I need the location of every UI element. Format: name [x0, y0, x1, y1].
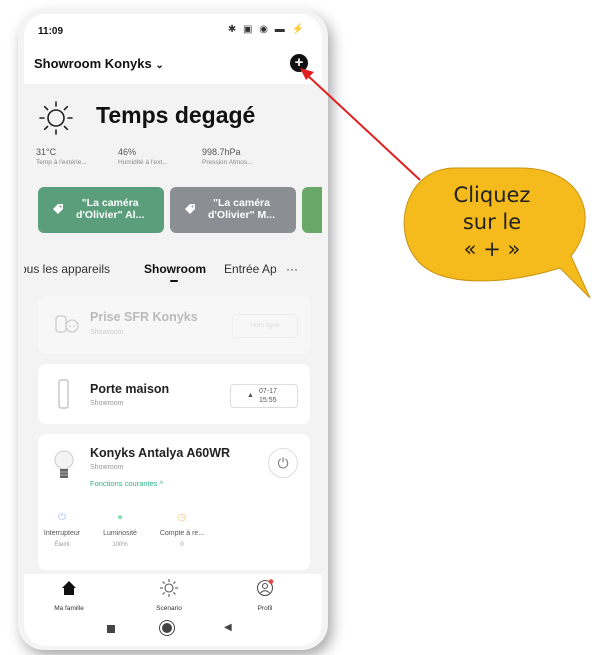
- callout-line: « + »: [463, 237, 521, 261]
- callout-line: Cliquez: [453, 183, 531, 207]
- callout-line: sur le: [462, 210, 522, 234]
- annotation-arrow: [300, 68, 421, 181]
- callout-text: Cliquez sur le « + »: [432, 182, 552, 263]
